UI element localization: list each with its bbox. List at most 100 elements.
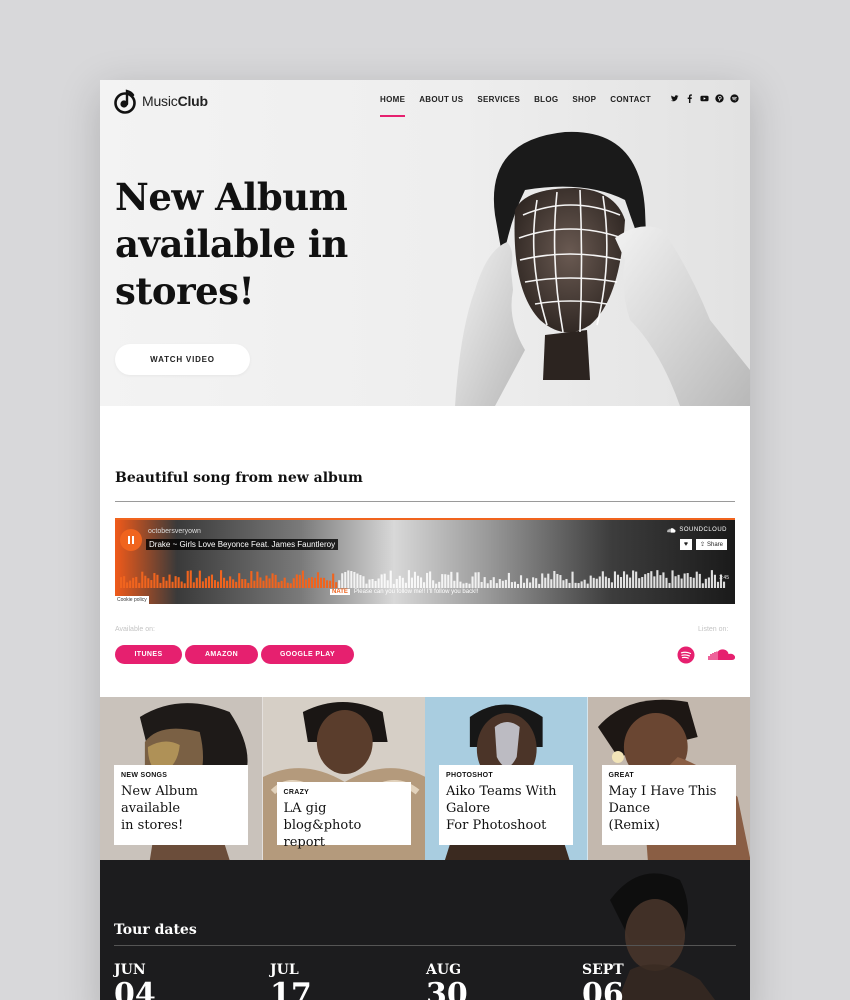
post-card[interactable]: GREAT May I Have This Dance (Remix) bbox=[587, 697, 750, 860]
tour-month[interactable]: AUG bbox=[426, 962, 461, 978]
post-category[interactable]: GREAT bbox=[609, 772, 729, 779]
waveform-bar bbox=[674, 576, 677, 588]
waveform-bar bbox=[513, 581, 517, 588]
waveform-bar bbox=[586, 583, 589, 588]
waveform-bar bbox=[635, 571, 638, 588]
waveform-bar bbox=[280, 580, 283, 588]
waveform-bar bbox=[404, 582, 407, 588]
cookie-policy-link[interactable]: Cookie policy bbox=[115, 596, 149, 604]
watch-video-button[interactable]: WATCH VIDEO bbox=[115, 344, 250, 375]
post-title[interactable]: May I Have This Dance (Remix) bbox=[609, 783, 729, 834]
waveform-bar bbox=[380, 574, 383, 588]
waveform-bar bbox=[468, 583, 471, 588]
waveform-bar bbox=[156, 574, 159, 588]
tour-month[interactable]: SEPT bbox=[582, 962, 624, 978]
waveform-bar bbox=[483, 577, 486, 588]
waveform-bar bbox=[447, 574, 450, 588]
soundcloud-player[interactable]: octobersveryown Drake ~ Girls Love Beyon… bbox=[115, 518, 735, 604]
post-category[interactable]: CRAZY bbox=[284, 789, 404, 796]
waveform-bar bbox=[338, 580, 341, 588]
post-category[interactable]: PHOTOSHOT bbox=[446, 772, 566, 779]
waveform-bar bbox=[659, 575, 662, 588]
waveform-bar bbox=[704, 578, 707, 588]
waveform-bar bbox=[389, 570, 392, 588]
twitter-icon[interactable] bbox=[670, 94, 679, 103]
waveform-bar bbox=[616, 574, 620, 588]
share-button[interactable]: ⇪ Share bbox=[695, 539, 727, 550]
waveform-bar bbox=[238, 573, 241, 588]
waveform-bar bbox=[359, 575, 362, 588]
nav-about-us[interactable]: ABOUT US bbox=[419, 95, 463, 104]
waveform-bar bbox=[277, 582, 280, 588]
nav-shop[interactable]: SHOP bbox=[572, 95, 596, 104]
waveform[interactable] bbox=[120, 568, 726, 588]
waveform-bar bbox=[598, 576, 601, 588]
tour-day[interactable]: 17 bbox=[270, 977, 312, 1000]
waveform-bar bbox=[498, 579, 501, 588]
facebook-icon[interactable] bbox=[685, 94, 694, 103]
itunes-button[interactable]: ITUNES bbox=[115, 645, 182, 664]
waveform-bar bbox=[226, 580, 229, 588]
waveform-bar bbox=[168, 574, 171, 588]
waveform-bar bbox=[710, 570, 713, 588]
pause-button[interactable] bbox=[120, 529, 142, 551]
waveform-bar bbox=[556, 573, 559, 588]
waveform-bar bbox=[313, 577, 317, 588]
waveform-bar bbox=[707, 577, 710, 588]
pinterest-icon[interactable] bbox=[715, 94, 724, 103]
soundcloud-logo-icon bbox=[667, 527, 676, 533]
waveform-bar bbox=[138, 582, 141, 588]
waveform-bar bbox=[301, 570, 304, 588]
available-on-label: Available on: bbox=[115, 626, 155, 633]
post-category[interactable]: NEW SONGS bbox=[121, 772, 241, 779]
spotify-icon[interactable] bbox=[677, 646, 695, 664]
waveform-bar bbox=[610, 582, 613, 588]
waveform-bar bbox=[377, 578, 380, 588]
like-button[interactable]: ♥ bbox=[680, 539, 692, 550]
waveform-bar bbox=[462, 583, 465, 588]
post-card[interactable]: CRAZY LA gig blog&photo report bbox=[262, 697, 425, 860]
nav-home[interactable]: HOME bbox=[380, 95, 406, 117]
post-card[interactable]: NEW SONGS New Album available in stores! bbox=[100, 697, 263, 860]
post-card[interactable]: PHOTOSHOT Aiko Teams With Galore For Pho… bbox=[425, 697, 588, 860]
nav-blog[interactable]: BLOG bbox=[534, 95, 558, 104]
post-title[interactable]: LA gig blog&photo report bbox=[284, 800, 404, 851]
waveform-bar bbox=[165, 580, 168, 588]
youtube-icon[interactable] bbox=[700, 94, 709, 103]
soundcloud-brand[interactable]: SOUNDCLOUD bbox=[667, 527, 727, 533]
share-icon: ⇪ bbox=[699, 542, 705, 548]
waveform-bar bbox=[471, 576, 474, 588]
waveform-bar bbox=[253, 580, 256, 588]
waveform-bar bbox=[668, 582, 671, 588]
post-title[interactable]: Aiko Teams With Galore For Photoshoot bbox=[446, 783, 566, 834]
waveform-bar bbox=[619, 577, 623, 588]
waveform-bar bbox=[626, 574, 629, 588]
google-play-button[interactable]: GOOGLE PLAY bbox=[261, 645, 354, 664]
spotify-icon[interactable] bbox=[730, 94, 739, 103]
amazon-button[interactable]: AMAZON bbox=[185, 645, 258, 664]
waveform-bar bbox=[662, 572, 665, 588]
waveform-bar bbox=[450, 571, 453, 588]
tour-day[interactable]: 04 bbox=[114, 977, 156, 1000]
tour-day[interactable]: 30 bbox=[426, 977, 468, 1000]
waveform-bar bbox=[423, 582, 426, 588]
tour-day[interactable]: 06 bbox=[582, 977, 624, 1000]
player-track-title[interactable]: Drake ~ Girls Love Beyonce Feat. James F… bbox=[146, 539, 339, 550]
player-username[interactable]: octobersveryown bbox=[148, 528, 201, 535]
logo-text: MusicClub bbox=[142, 93, 208, 109]
section-divider bbox=[115, 501, 735, 502]
waveform-bar bbox=[262, 580, 265, 588]
nav-services[interactable]: SERVICES bbox=[477, 95, 520, 104]
post-title[interactable]: New Album available in stores! bbox=[121, 783, 241, 834]
waveform-bar bbox=[401, 577, 404, 588]
tour-month[interactable]: JUN bbox=[114, 962, 146, 978]
nav-contact[interactable]: CONTACT bbox=[610, 95, 651, 104]
waveform-comment[interactable]: NATE Please can you follow me!! I'll fol… bbox=[330, 589, 478, 595]
logo[interactable]: MusicClub bbox=[114, 88, 208, 114]
waveform-bar bbox=[183, 583, 186, 588]
tour-month[interactable]: JUL bbox=[270, 962, 299, 978]
waveform-bar bbox=[492, 577, 495, 588]
soundcloud-icon[interactable] bbox=[708, 648, 736, 662]
waveform-bar bbox=[174, 576, 177, 588]
waveform-bar bbox=[629, 577, 632, 588]
